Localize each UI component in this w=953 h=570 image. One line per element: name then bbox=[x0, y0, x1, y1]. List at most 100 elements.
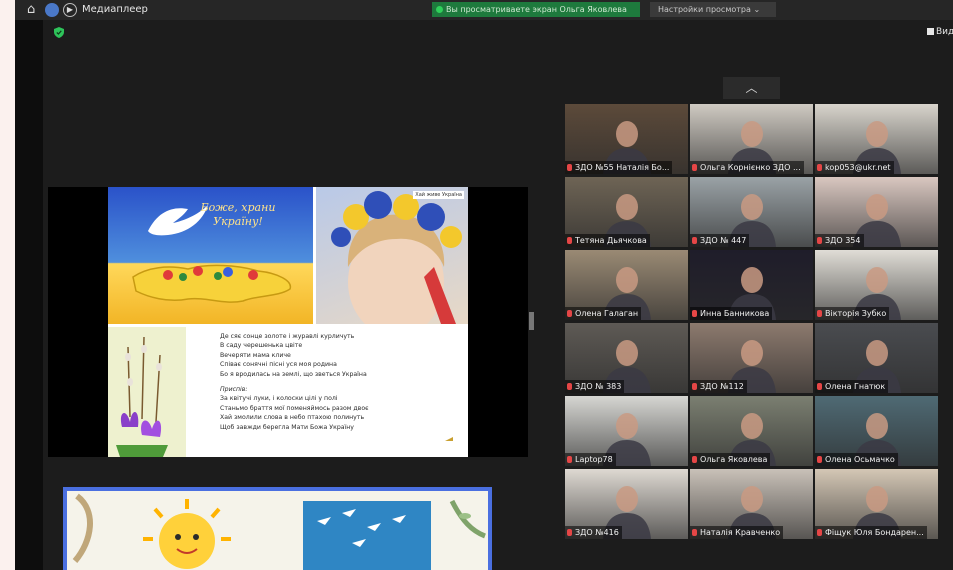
second-slide bbox=[63, 487, 492, 570]
muted-mic-icon bbox=[692, 310, 697, 317]
participant-name-label: Олена Галаган bbox=[565, 307, 642, 320]
app-title: Медиаплеер bbox=[82, 4, 148, 15]
muted-mic-icon bbox=[567, 237, 572, 244]
participant-name-label: Инна Банникова bbox=[690, 307, 773, 320]
participant-tile[interactable]: Инна Банникова bbox=[690, 250, 813, 320]
participant-name: ЗДО №112 bbox=[700, 382, 744, 391]
participant-name-label: Олена Осьмачко bbox=[815, 453, 898, 466]
poem-text: Де сяє сонце золоте і журавлі курличуть В… bbox=[220, 332, 460, 432]
zoom-window: ⌂ ▶ Медиаплеер Вы просматриваете экран О… bbox=[0, 0, 953, 570]
participant-name-label: Наталія Кравченко bbox=[690, 526, 784, 539]
play-icon[interactable]: ▶ bbox=[63, 3, 77, 17]
grid-icon bbox=[927, 28, 934, 35]
shared-screen: Боже, храни Україну! Хай живе Україна Де… bbox=[48, 187, 528, 457]
ukraine-map-image bbox=[132, 264, 292, 303]
home-icon[interactable]: ⌂ bbox=[27, 3, 41, 17]
participant-name: kop053@ukr.net bbox=[825, 163, 891, 172]
screen-share-banner: Вы просматриваете экран Ольга Яковлева bbox=[432, 2, 640, 17]
poem-refrain-line: За квітучі луки, і колоски цілі у полі bbox=[220, 395, 338, 403]
poem-verse-line: Співає сонячні пісні уся моя родина bbox=[220, 361, 337, 369]
participant-name-label: Ольга Корнієнко ЗДО ... bbox=[690, 161, 804, 174]
crocus-image bbox=[108, 327, 186, 457]
participant-name-label: Фіщук Юля Бондарен... bbox=[815, 526, 927, 539]
muted-mic-icon bbox=[567, 529, 572, 536]
participant-tile[interactable]: Олена Осьмачко bbox=[815, 396, 938, 466]
chevron-down-icon: ⌄ bbox=[753, 5, 761, 14]
participant-name-label: ЗДО 354 bbox=[815, 234, 864, 247]
collapse-gallery-button[interactable]: ︿ bbox=[723, 77, 780, 99]
participant-tile[interactable]: ЗДО №55 Наталія Бо... bbox=[565, 104, 688, 174]
participant-name: Тетяна Дьячкова bbox=[575, 236, 647, 245]
poem-refrain-line: Станьмо браття мої поменяймось разом дво… bbox=[220, 404, 369, 412]
participant-name: Олена Гнатюк bbox=[825, 382, 886, 391]
banner-title: Боже, храни Україну! bbox=[200, 201, 276, 228]
participant-tile[interactable]: Фіщук Юля Бондарен... bbox=[815, 469, 938, 539]
participant-tile[interactable]: ЗДО № 383 bbox=[565, 323, 688, 393]
participant-name: ЗДО 354 bbox=[825, 236, 861, 245]
sun-and-birds-image bbox=[72, 493, 486, 570]
participant-tile[interactable]: Тетяна Дьячкова bbox=[565, 177, 688, 247]
presentation-slide: Боже, храни Україну! Хай живе Україна Де… bbox=[108, 187, 468, 457]
muted-mic-icon bbox=[567, 164, 572, 171]
banner-image: Боже, храни Україну! bbox=[108, 187, 313, 324]
muted-mic-icon bbox=[692, 383, 697, 390]
splitter-handle[interactable] bbox=[529, 312, 534, 330]
screen-share-text: Вы просматриваете экран Ольга Яковлева bbox=[446, 5, 627, 14]
participant-tile[interactable]: Ольга Яковлева bbox=[690, 396, 813, 466]
second-slide-content bbox=[67, 491, 488, 570]
muted-mic-icon bbox=[817, 310, 822, 317]
muted-mic-icon bbox=[692, 237, 697, 244]
participant-name: Олена Осьмачко bbox=[825, 455, 895, 464]
participant-name-label: Олена Гнатюк bbox=[815, 380, 889, 393]
participant-name: Фіщук Юля Бондарен... bbox=[825, 528, 924, 537]
share-status-icon bbox=[436, 6, 443, 13]
left-taskbar bbox=[15, 0, 43, 570]
participant-tile[interactable]: Олена Галаган bbox=[565, 250, 688, 320]
view-button[interactable]: Вид bbox=[927, 27, 953, 39]
participant-name: ЗДО № 447 bbox=[700, 236, 747, 245]
participant-name-label: ЗДО № 383 bbox=[565, 380, 625, 393]
participant-tile[interactable]: Ольга Корнієнко ЗДО ... bbox=[690, 104, 813, 174]
participant-name: Ольга Яковлева bbox=[700, 455, 768, 464]
encryption-shield-icon[interactable] bbox=[54, 27, 64, 38]
participant-tile[interactable]: ЗДО №416 bbox=[565, 469, 688, 539]
participant-tile[interactable]: ЗДО № 447 bbox=[690, 177, 813, 247]
poem-refrain-line: Щоб завжди берегла Мати Божа Україну bbox=[220, 423, 354, 431]
participant-name: Олена Галаган bbox=[575, 309, 639, 318]
participant-tile[interactable]: ЗДО 354 bbox=[815, 177, 938, 247]
muted-mic-icon bbox=[817, 456, 822, 463]
participant-name: Инна Банникова bbox=[700, 309, 770, 318]
participant-name: Ольга Корнієнко ЗДО ... bbox=[700, 163, 801, 172]
participant-tile[interactable]: kop053@ukr.net bbox=[815, 104, 938, 174]
participant-name-label: Laptop78 bbox=[565, 453, 616, 466]
participant-name-label: ЗДО №55 Наталія Бо... bbox=[565, 161, 673, 174]
poem-verse-line: Бо я вродилась на землі, що зветься Укра… bbox=[220, 370, 367, 378]
participant-name-label: ЗДО № 447 bbox=[690, 234, 750, 247]
participant-name-label: Ольга Яковлева bbox=[690, 453, 771, 466]
child-photo: Хай живе Україна bbox=[316, 187, 468, 324]
participant-tile[interactable]: Наталія Кравченко bbox=[690, 469, 813, 539]
child-image bbox=[331, 191, 462, 324]
poem-verse-line: В саду черешенька цвіте bbox=[220, 342, 303, 350]
muted-mic-icon bbox=[817, 529, 822, 536]
participant-name-label: ЗДО №416 bbox=[565, 526, 622, 539]
muted-mic-icon bbox=[567, 456, 572, 463]
participant-tile[interactable]: ЗДО №112 bbox=[690, 323, 813, 393]
muted-mic-icon bbox=[692, 164, 697, 171]
muted-mic-icon bbox=[692, 456, 697, 463]
participant-tile[interactable]: Вікторія Зубко bbox=[815, 250, 938, 320]
muted-mic-icon bbox=[567, 383, 572, 390]
participant-name: ЗДО №55 Наталія Бо... bbox=[575, 163, 670, 172]
view-options-dropdown[interactable]: Настройки просмотра ⌄ bbox=[650, 2, 776, 17]
muted-mic-icon bbox=[817, 237, 822, 244]
muted-mic-icon bbox=[567, 310, 572, 317]
chevron-up-icon: ︿ bbox=[745, 81, 758, 95]
participant-name: Наталія Кравченко bbox=[700, 528, 781, 537]
participant-name: ЗДО № 383 bbox=[575, 382, 622, 391]
muted-mic-icon bbox=[692, 529, 697, 536]
app-icon[interactable] bbox=[45, 3, 59, 17]
participant-name-label: Тетяна Дьячкова bbox=[565, 234, 650, 247]
participant-tile[interactable]: Олена Гнатюк bbox=[815, 323, 938, 393]
muted-mic-icon bbox=[817, 164, 822, 171]
participant-tile[interactable]: Laptop78 bbox=[565, 396, 688, 466]
